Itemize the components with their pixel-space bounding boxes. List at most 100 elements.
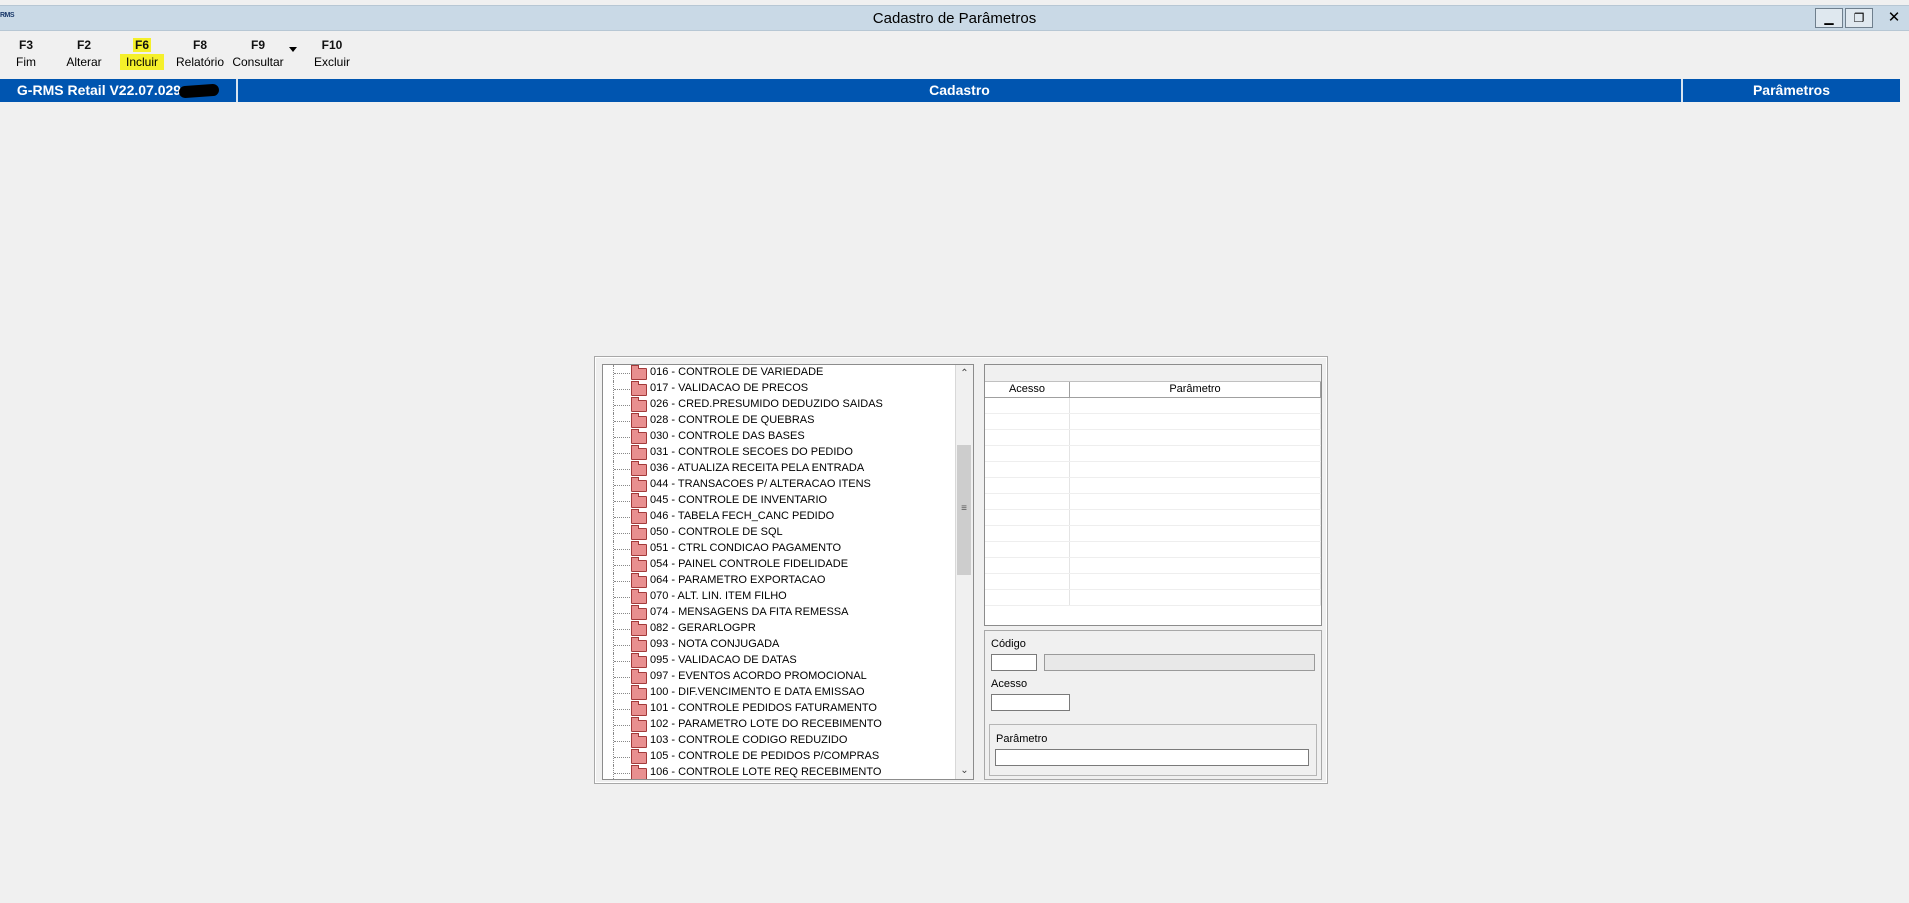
grid-row[interactable] [985, 462, 1321, 478]
version-label: G-RMS Retail V22.07.029 [0, 79, 238, 102]
tree-branch [614, 389, 630, 390]
tree-item[interactable]: 017 - VALIDACAO DE PRECOS [603, 381, 955, 397]
tree-item-label: 016 - CONTROLE DE VARIEDADE [650, 366, 824, 378]
tree-item[interactable]: 103 - CONTROLE CODIGO REDUZIDO [603, 733, 955, 749]
tree-branch [614, 405, 630, 406]
close-button[interactable]: ✕ [1879, 8, 1909, 26]
grid-header: Acesso Parâmetro [985, 382, 1321, 398]
tree-item-label: 082 - GERARLOGPR [650, 622, 756, 634]
consultar-label: Consultar [232, 55, 284, 69]
tree-item[interactable]: 044 - TRANSACOES P/ ALTERACAO ITENS [603, 477, 955, 493]
grid-cell-parametro [1070, 542, 1321, 557]
scroll-thumb[interactable]: ≡ [957, 445, 971, 575]
tree-item[interactable]: 028 - CONTROLE DE QUEBRAS [603, 413, 955, 429]
tree-item[interactable]: 016 - CONTROLE DE VARIEDADE [603, 365, 955, 381]
tree-item-label: 036 - ATUALIZA RECEITA PELA ENTRADA [650, 462, 865, 474]
consultar-dropdown-icon[interactable] [289, 47, 297, 52]
folder-icon [631, 717, 647, 732]
tree-item[interactable]: 093 - NOTA CONJUGADA [603, 637, 955, 653]
minimize-icon: ▁ [1824, 11, 1834, 25]
alterar-button[interactable]: F2 Alterar [62, 37, 106, 71]
tree-item[interactable]: 100 - DIF.VENCIMENTO E DATA EMISSAO [603, 685, 955, 701]
version-text: G-RMS Retail V22.07.029 [16, 82, 182, 98]
tree-item[interactable]: 064 - PARAMETRO EXPORTACAO [603, 573, 955, 589]
grid-cell-parametro [1070, 398, 1321, 413]
grid-cell-parametro [1070, 558, 1321, 573]
tree-item[interactable]: 074 - MENSAGENS DA FITA REMESSA [603, 605, 955, 621]
grid-cell-acesso [985, 526, 1070, 541]
incluir-button[interactable]: F6 Incluir [117, 37, 167, 71]
tree-item[interactable]: 106 - CONTROLE LOTE REQ RECEBIMENTO [603, 765, 955, 779]
tree-branch [614, 597, 630, 598]
tree-branch [614, 453, 630, 454]
parametro-field[interactable] [995, 749, 1309, 766]
title-bar: RMS Cadastro de Parâmetros ▁ ❐ ✕ [0, 5, 1909, 31]
grid-row[interactable] [985, 510, 1321, 526]
parametro-label: Parâmetro [996, 733, 1048, 745]
acesso-field[interactable] [991, 694, 1070, 711]
tree-item[interactable]: 045 - CONTROLE DE INVENTARIO [603, 493, 955, 509]
grid-row[interactable] [985, 494, 1321, 510]
tree-item[interactable]: 051 - CTRL CONDICAO PAGAMENTO [603, 541, 955, 557]
parametro-group: Parâmetro [989, 724, 1317, 776]
tree-scrollbar[interactable]: ⌃ ≡ ⌄ [955, 365, 973, 779]
grid-row[interactable] [985, 558, 1321, 574]
incluir-label-text: Incluir [119, 54, 164, 70]
grid-row[interactable] [985, 430, 1321, 446]
tree-item[interactable]: 102 - PARAMETRO LOTE DO RECEBIMENTO [603, 717, 955, 733]
grid-cell-acesso [985, 446, 1070, 461]
tree-item[interactable]: 031 - CONTROLE SECOES DO PEDIDO [603, 445, 955, 461]
consultar-button[interactable]: F9 Consultar [230, 37, 286, 71]
tree-branch [614, 421, 630, 422]
excluir-button[interactable]: F10 Excluir [310, 37, 354, 71]
tree-item[interactable]: 095 - VALIDACAO DE DATAS [603, 653, 955, 669]
grid-cell-acesso [985, 510, 1070, 525]
tree-item[interactable]: 046 - TABELA FECH_CANC PEDIDO [603, 509, 955, 525]
grid-top-strip [985, 365, 1321, 382]
grid-row[interactable] [985, 414, 1321, 430]
tree-item-label: 030 - CONTROLE DAS BASES [650, 430, 805, 442]
grid-row[interactable] [985, 574, 1321, 590]
tree-item[interactable]: 054 - PAINEL CONTROLE FIDELIDADE [603, 557, 955, 573]
tree-item-label: 017 - VALIDACAO DE PRECOS [650, 382, 809, 394]
grid-row[interactable] [985, 526, 1321, 542]
tree-item[interactable]: 026 - CRED.PRESUMIDO DEDUZIDO SAIDAS [603, 397, 955, 413]
codigo-field[interactable] [991, 654, 1037, 671]
minimize-button[interactable]: ▁ [1815, 8, 1843, 28]
scroll-down-icon[interactable]: ⌄ [956, 762, 973, 779]
tree-item[interactable]: 050 - CONTROLE DE SQL [603, 525, 955, 541]
tree-item-label: 101 - CONTROLE PEDIDOS FATURAMENTO [650, 702, 877, 714]
grip-icon: ≡ [961, 503, 967, 514]
tree-item-label: 103 - CONTROLE CODIGO REDUZIDO [650, 734, 848, 746]
tree-item[interactable]: 105 - CONTROLE DE PEDIDOS P/COMPRAS [603, 749, 955, 765]
tree-item[interactable]: 070 - ALT. LIN. ITEM FILHO [603, 589, 955, 605]
grid-row[interactable] [985, 478, 1321, 494]
tree-item[interactable]: 082 - GERARLOGPR [603, 621, 955, 637]
column-acesso[interactable]: Acesso [985, 382, 1070, 397]
folder-icon [631, 397, 647, 412]
tree-item[interactable]: 097 - EVENTOS ACORDO PROMOCIONAL [603, 669, 955, 685]
tree-item[interactable]: 030 - CONTROLE DAS BASES [603, 429, 955, 445]
grid-row[interactable] [985, 590, 1321, 606]
module-title: Parâmetros [1752, 82, 1831, 98]
relatorio-button[interactable]: F8 Relatório [174, 37, 226, 71]
grid-row[interactable] [985, 542, 1321, 558]
column-parametro[interactable]: Parâmetro [1070, 382, 1321, 397]
grid-row[interactable] [985, 446, 1321, 462]
grid-cell-parametro [1070, 510, 1321, 525]
restore-button[interactable]: ❐ [1845, 8, 1873, 28]
grid-cell-acesso [985, 590, 1070, 605]
folder-icon [631, 541, 647, 556]
grid-body [985, 398, 1321, 606]
tree-branch [614, 533, 630, 534]
function-key-toolbar: F3 Fim F2 Alterar F6 Incluir F8 Relatóri… [0, 37, 400, 77]
folder-icon [631, 733, 647, 748]
grid-row[interactable] [985, 398, 1321, 414]
scroll-up-icon[interactable]: ⌃ [956, 365, 973, 382]
codigo-description-field [1044, 654, 1315, 671]
tree-item[interactable]: 036 - ATUALIZA RECEITA PELA ENTRADA [603, 461, 955, 477]
fim-button[interactable]: F3 Fim [13, 37, 39, 71]
tree-item[interactable]: 101 - CONTROLE PEDIDOS FATURAMENTO [603, 701, 955, 717]
folder-icon [631, 765, 647, 779]
folder-icon [631, 637, 647, 652]
